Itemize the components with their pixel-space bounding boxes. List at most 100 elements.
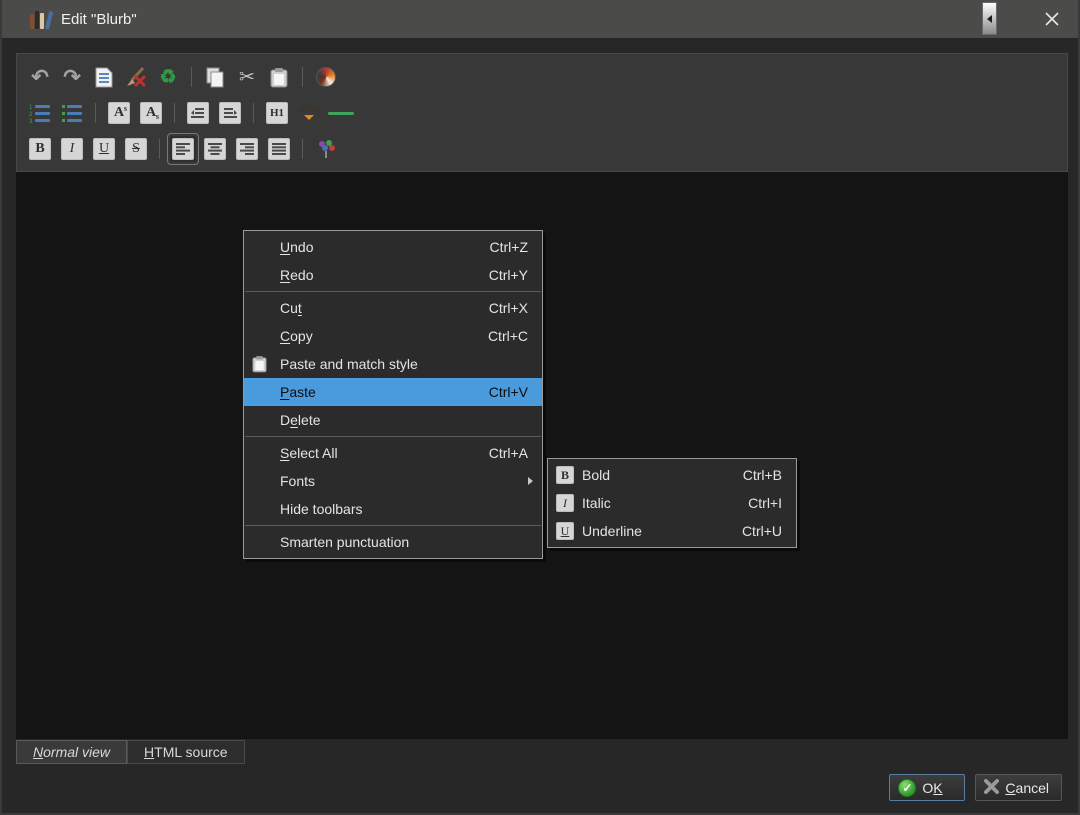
superscript-icon: As — [108, 102, 130, 124]
outdent-icon — [187, 102, 209, 124]
submenu-item-underline[interactable]: U Underline Ctrl+U — [548, 517, 796, 545]
view-tabbar: Normal view HTML source — [16, 740, 245, 764]
cancel-button[interactable]: Cancel — [975, 774, 1062, 801]
left-arrow-icon — [987, 14, 992, 23]
menu-item-redo[interactable]: Redo Ctrl+Y — [244, 261, 542, 289]
shortcut-label: Ctrl+Z — [489, 239, 529, 255]
underline-icon: U — [93, 138, 115, 160]
cancel-x-icon — [984, 778, 1000, 797]
menu-item-cut[interactable]: Cu t Ctrl+X — [244, 294, 542, 322]
bold-icon: B — [29, 138, 51, 160]
menu-item-hide-toolbars[interactable]: Hide toolbars — [244, 495, 542, 523]
submenu-item-bold[interactable]: B Bold Ctrl+B — [548, 461, 796, 489]
undo-icon: ↶ — [31, 65, 49, 89]
insert-link-button[interactable] — [313, 64, 339, 90]
underline-button[interactable]: U — [91, 136, 117, 162]
submenu-item-italic[interactable]: I Italic Ctrl+I — [548, 489, 796, 517]
document-icon — [95, 67, 113, 87]
background-color-button[interactable] — [296, 100, 322, 126]
menu-item-paste[interactable]: Paste Ctrl+V — [244, 378, 542, 406]
shortcut-label: Ctrl+C — [487, 328, 528, 344]
italic-button[interactable]: I — [59, 136, 85, 162]
toolbar-separator — [95, 103, 96, 123]
copy-icon — [206, 67, 224, 87]
indent-button[interactable] — [217, 100, 243, 126]
background-color-icon — [299, 106, 319, 120]
toolbar-separator — [302, 139, 303, 159]
menu-item-delete[interactable]: De lete — [244, 406, 542, 434]
recycle-icon: ♻ — [159, 66, 177, 88]
align-justify-button[interactable] — [266, 136, 292, 162]
toolbar-panel: ↶ ↷ ♻ ✂ 1 2 3 A s A s H1 B I U S — [16, 53, 1068, 172]
svg-text:3: 3 — [29, 119, 33, 123]
cut-button[interactable]: ✂ — [234, 64, 260, 90]
clear-button[interactable]: ♻ — [155, 64, 181, 90]
text-color-button[interactable] — [313, 136, 339, 162]
ordered-list-icon: 123 — [29, 105, 50, 123]
menu-item-smarten-punctuation[interactable]: Smarten punctuation — [244, 528, 542, 556]
subscript-icon: As — [140, 102, 162, 124]
horizontal-rule-icon — [328, 111, 354, 115]
copy-button[interactable] — [202, 64, 228, 90]
shortcut-label: Ctrl+Y — [488, 267, 528, 283]
menu-item-fonts[interactable]: Fonts — [244, 467, 542, 495]
underline-icon: U — [556, 522, 574, 540]
subscript-button[interactable]: As — [138, 100, 164, 126]
remove-formatting-button[interactable] — [123, 64, 149, 90]
titlebar-handle-widget[interactable] — [982, 2, 997, 35]
align-center-button[interactable] — [202, 136, 228, 162]
menu-item-select-all[interactable]: Select All Ctrl+A — [244, 439, 542, 467]
bold-button[interactable]: B — [27, 136, 53, 162]
ordered-list-button[interactable]: 123 — [27, 100, 53, 126]
align-left-button[interactable] — [167, 133, 199, 165]
paste-icon — [270, 67, 288, 87]
italic-icon: I — [61, 138, 83, 160]
titlebar[interactable]: Edit "Blurb" — [2, 0, 1078, 38]
redo-button[interactable]: ↷ — [59, 64, 85, 90]
clean-formatting-icon — [127, 66, 147, 88]
ok-check-icon: ✓ — [898, 778, 917, 797]
align-center-icon — [204, 138, 226, 160]
submenu-arrow-icon — [528, 477, 533, 485]
shortcut-label: Ctrl+B — [742, 467, 782, 483]
toolbar-separator — [302, 67, 303, 87]
paste-button[interactable] — [266, 64, 292, 90]
edit-blurb-dialog: Edit "Blurb" ↶ ↷ ♻ ✂ 1 2 3 A s A s H1 B … — [0, 0, 1080, 815]
heading-style-icon: H1 — [266, 102, 288, 124]
align-right-button[interactable] — [234, 136, 260, 162]
menu-item-paste-and-match-style[interactable]: Paste and match style — [244, 350, 542, 378]
bullet-list-button[interactable] — [59, 100, 85, 126]
undo-button[interactable]: ↶ — [27, 64, 53, 90]
menu-item-undo[interactable]: Undo Ctrl+Z — [244, 233, 542, 261]
toolbar-separator — [159, 139, 160, 159]
close-icon — [1045, 12, 1059, 26]
ok-button[interactable]: ✓ OK — [889, 774, 966, 801]
indent-icon — [219, 102, 241, 124]
paste-icon — [252, 355, 267, 376]
cut-icon: ✂ — [239, 66, 255, 88]
dialog-buttons: ✓ OK Cancel — [889, 774, 1062, 801]
toolbar-row-2: 123 As As H1 — [27, 95, 1057, 131]
bold-icon: B — [556, 466, 574, 484]
shortcut-label: Ctrl+A — [488, 445, 528, 461]
redo-icon: ↷ — [63, 65, 81, 89]
tab-html-source[interactable]: HTML source — [127, 740, 245, 764]
close-button[interactable] — [1038, 6, 1066, 32]
horizontal-rule-button[interactable] — [328, 100, 354, 126]
menu-separator — [245, 436, 541, 437]
shortcut-label: Ctrl+U — [741, 523, 782, 539]
strikethrough-button[interactable]: S — [123, 136, 149, 162]
superscript-button[interactable]: As — [106, 100, 132, 126]
window-title: Edit "Blurb" — [61, 10, 137, 28]
svg-text:1: 1 — [29, 105, 33, 111]
context-menu: Undo Ctrl+Z Redo Ctrl+Y Cu t Ctrl+X Copy … — [243, 230, 543, 559]
tab-normal-view[interactable]: Normal view — [16, 740, 128, 764]
menu-separator — [245, 291, 541, 292]
heading-style-button[interactable]: H1 — [264, 100, 290, 126]
calibre-library-icon — [30, 9, 54, 30]
menu-item-copy[interactable]: Copy Ctrl+C — [244, 322, 542, 350]
toolbar-separator — [174, 103, 175, 123]
outdent-button[interactable] — [185, 100, 211, 126]
select-all-button[interactable] — [91, 64, 117, 90]
toolbar-row-3: B I U S — [27, 131, 1057, 167]
